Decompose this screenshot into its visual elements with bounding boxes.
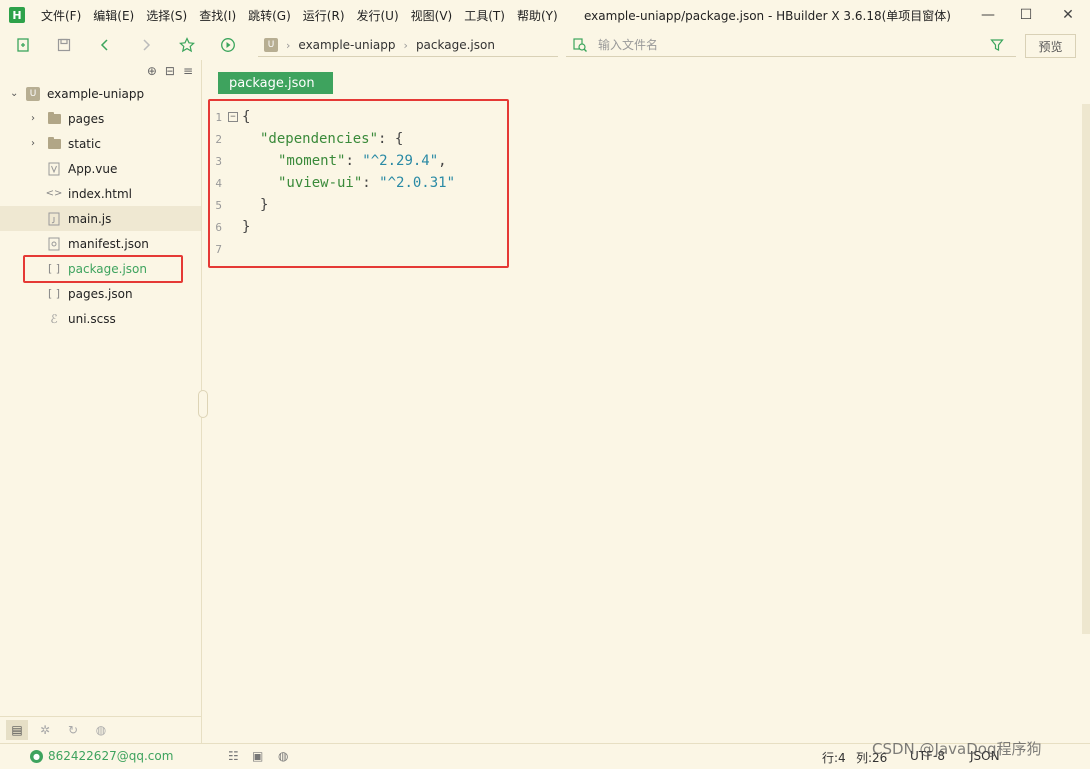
html-file-icon: <> (45, 188, 63, 199)
tree-label: uni.scss (68, 311, 116, 326)
breadcrumb-file[interactable]: package.json (416, 38, 495, 52)
minimize-icon[interactable]: — (978, 5, 998, 25)
scss-file-icon: ℰ (50, 311, 58, 326)
menu-goto[interactable]: 跳转(G) (242, 7, 297, 24)
filter-icon[interactable] (990, 38, 1004, 52)
chevron-right-icon[interactable]: › (31, 138, 41, 149)
chevron-down-icon[interactable]: ⌄ (10, 88, 20, 99)
chevron-right-icon: › (286, 38, 291, 52)
folder-icon (47, 111, 61, 126)
tree-label: manifest.json (68, 236, 149, 251)
forward-icon[interactable] (137, 36, 155, 54)
chevron-right-icon[interactable]: › (31, 113, 41, 124)
menu-tools[interactable]: 工具(T) (458, 7, 511, 24)
menu-find[interactable]: 查找(I) (193, 7, 242, 24)
preview-button[interactable]: 预览 (1025, 34, 1076, 58)
list-icon[interactable]: ☷ (228, 749, 239, 763)
new-file-icon[interactable] (14, 36, 32, 54)
globe-icon[interactable]: ◍ (278, 749, 288, 763)
splitter-handle[interactable] (198, 390, 208, 418)
file-search (566, 34, 1016, 57)
tree-item-index-html[interactable]: <> index.html (0, 181, 201, 206)
vertical-scrollbar[interactable] (1082, 104, 1090, 634)
tree-label: pages.json (68, 286, 133, 301)
tree-item-app-vue[interactable]: App.vue (0, 156, 201, 181)
tree-item-pages[interactable]: › pages (0, 106, 201, 131)
maximize-icon[interactable]: ☐ (1016, 5, 1036, 25)
uniapp-project-icon: U (264, 38, 278, 52)
tree-label: main.js (68, 211, 112, 226)
breadcrumb: U › example-uniapp › package.json (258, 34, 558, 57)
sidebar-tools: ⊕ ⊟ ≡ (147, 64, 193, 78)
vue-file-icon (47, 162, 61, 176)
menu-file[interactable]: 文件(F) (35, 7, 87, 24)
menu-help[interactable]: 帮助(Y) (511, 7, 564, 24)
tree-item-static[interactable]: › static (0, 131, 201, 156)
project-manager-icon[interactable]: ▤ (6, 720, 28, 740)
debug-icon[interactable]: ✲ (34, 720, 56, 740)
menu-select[interactable]: 选择(S) (140, 7, 193, 24)
menu-bar: 文件(F) 编辑(E) 选择(S) 查找(I) 跳转(G) 运行(R) 发行(U… (35, 7, 564, 24)
manifest-file-icon (47, 237, 61, 251)
tree-label: App.vue (68, 161, 118, 176)
json-file-icon: [ ] (47, 287, 61, 300)
back-icon[interactable] (96, 36, 114, 54)
sidebar-bottom-bar: ▤ ✲ ↻ ◍ (0, 716, 201, 743)
tree-label: static (68, 136, 101, 151)
cloud-icon[interactable]: ◍ (90, 720, 112, 740)
menu-edit[interactable]: 编辑(E) (87, 7, 140, 24)
watermark: CSDN @JavaDog程序狗 (872, 740, 1042, 758)
save-icon[interactable] (55, 36, 73, 54)
search-file-icon (573, 38, 587, 52)
tree-item-manifest-json[interactable]: manifest.json (0, 231, 201, 256)
hbuilder-logo-icon: H (9, 7, 25, 23)
chevron-right-icon: › (403, 38, 408, 52)
title-bar: H 文件(F) 编辑(E) 选择(S) 查找(I) 跳转(G) 运行(R) 发行… (0, 0, 1090, 30)
locate-icon[interactable]: ⊕ (147, 64, 157, 78)
tab-package-json[interactable]: package.json (218, 72, 333, 94)
tree-label: example-uniapp (47, 86, 145, 101)
cursor-line: 行:4 (822, 751, 846, 765)
tree-label: index.html (68, 186, 132, 201)
user-account[interactable]: 862422627@qq.com (48, 749, 173, 763)
user-icon[interactable]: ● (30, 750, 43, 763)
window-title: example-uniapp/package.json - HBuilder X… (584, 9, 951, 23)
close-icon[interactable]: ✕ (1058, 5, 1078, 25)
folder-icon (47, 136, 61, 151)
highlight-box (23, 255, 183, 283)
collapse-all-icon[interactable]: ⊟ (165, 64, 175, 78)
uniapp-project-icon: U (26, 86, 40, 101)
run-icon[interactable] (219, 36, 237, 54)
tree-project-root[interactable]: ⌄ U example-uniapp (0, 81, 201, 106)
tree-item-main-js[interactable]: main.js (0, 206, 201, 231)
tree-label: pages (68, 111, 105, 126)
toolbar: U › example-uniapp › package.json 预览 (0, 30, 1090, 61)
tree-item-pages-json[interactable]: [ ] pages.json (0, 281, 201, 306)
star-icon[interactable] (178, 36, 196, 54)
code-editor: package.json 1 − { 2 "dependencies": { 3… (198, 60, 1090, 743)
menu-view[interactable]: 视图(V) (405, 7, 459, 24)
search-input[interactable] (596, 37, 980, 53)
git-icon[interactable]: ↻ (62, 720, 84, 740)
menu-publish[interactable]: 发行(U) (351, 7, 405, 24)
highlight-box (208, 99, 509, 268)
project-explorer: ⊕ ⊟ ≡ ⌄ U example-uniapp › pages › stati… (0, 60, 202, 743)
terminal-icon[interactable]: ▣ (252, 749, 263, 763)
menu-icon[interactable]: ≡ (183, 64, 193, 78)
tree-item-uni-scss[interactable]: ℰ uni.scss (0, 306, 201, 331)
breadcrumb-project[interactable]: example-uniapp (298, 38, 395, 52)
js-file-icon (47, 212, 61, 226)
menu-run[interactable]: 运行(R) (297, 7, 351, 24)
